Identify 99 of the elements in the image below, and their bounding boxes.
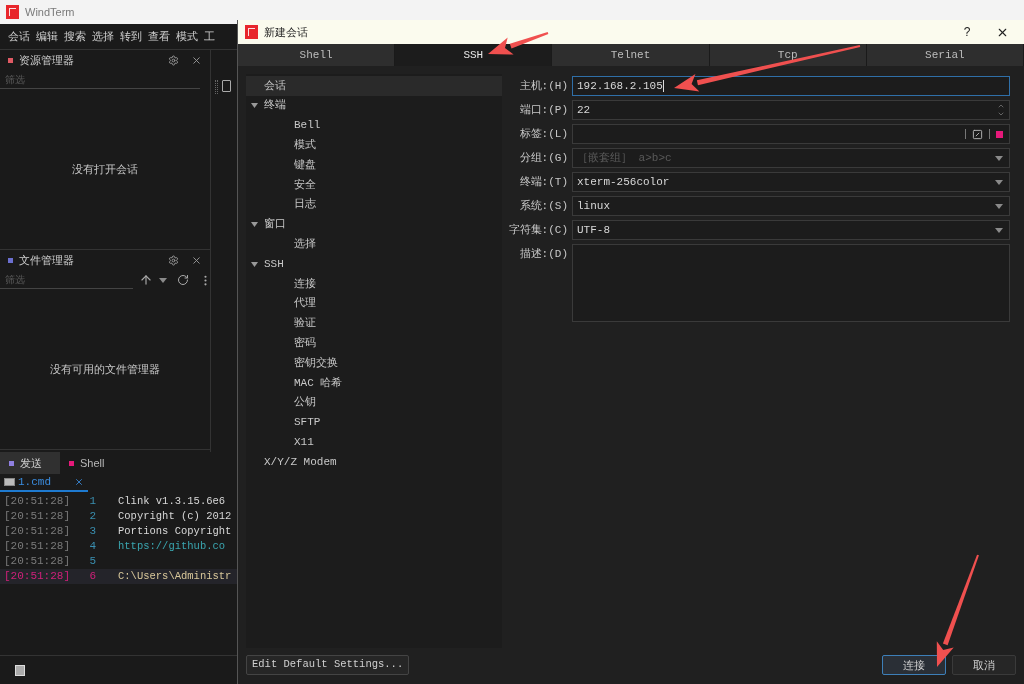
empty-message: 没有可用的文件管理器: [50, 362, 160, 378]
status-icon[interactable]: [15, 664, 25, 676]
settings-icon[interactable]: [168, 54, 179, 66]
dropdown-caret-icon: [995, 179, 1003, 185]
line-number: 4: [88, 539, 96, 555]
terminal-icon: [4, 478, 15, 486]
tree-item[interactable]: MAC 哈希: [246, 372, 502, 393]
tree-item[interactable]: 模式: [246, 135, 502, 156]
dropdown-field[interactable]: xterm-256color: [572, 172, 1010, 192]
dialog-title: 新建会话: [264, 24, 308, 40]
panel-tab[interactable]: Shell: [60, 452, 120, 474]
menu-item[interactable]: 转到: [120, 28, 142, 45]
line-number: 1: [88, 494, 96, 510]
terminal-line: Portions Copyright: [118, 523, 232, 539]
tree-item[interactable]: 密钥交换: [246, 353, 502, 373]
field-label: 描述:(D): [518, 247, 568, 262]
field-label: 标签:(L): [518, 127, 568, 142]
tree-item[interactable]: X/Y/Z Modem: [246, 452, 502, 472]
tree-item[interactable]: 安全: [246, 175, 502, 195]
panel-title: 文件管理器: [19, 252, 74, 268]
line-number: 6: [88, 569, 96, 585]
expand-caret-icon[interactable]: [251, 261, 258, 267]
tree-item[interactable]: 代理: [246, 293, 502, 314]
timestamp: [20:51:28]: [3, 509, 71, 525]
menu-item[interactable]: 模式: [176, 28, 198, 45]
dropdown-field[interactable]: linux: [572, 196, 1010, 216]
tree-item[interactable]: 终端: [246, 95, 502, 116]
field-label: 主机:(H): [518, 79, 568, 94]
panel-tab[interactable]: 发送: [0, 452, 60, 474]
tree-item[interactable]: SFTP: [246, 412, 502, 433]
menu-item[interactable]: 搜索: [64, 28, 86, 45]
tree-item[interactable]: 公钥: [246, 392, 502, 413]
timestamp: [20:51:28]: [3, 524, 71, 540]
tree-item[interactable]: 会话: [246, 76, 502, 96]
dialog-tab[interactable]: SSH: [395, 44, 553, 66]
refresh-icon[interactable]: [177, 274, 189, 286]
panel-title: 资源管理器: [19, 52, 74, 68]
tree-item[interactable]: 键盘: [246, 155, 502, 175]
dialog-tab[interactable]: Shell: [238, 44, 396, 66]
app-logo-icon: [6, 5, 19, 19]
field-label: 端口:(P): [518, 103, 568, 118]
spinner-icon[interactable]: [997, 102, 1005, 118]
timestamp: [20:51:28]: [3, 554, 71, 570]
field-label: 字符集:(C): [508, 223, 568, 238]
line-number: 5: [88, 554, 96, 570]
terminal-link[interactable]: https://github.co: [118, 538, 226, 555]
timestamp: [20:51:28]: [3, 539, 71, 555]
tree-item[interactable]: 密码: [246, 333, 502, 354]
dropdown-caret-icon: [159, 277, 167, 283]
edit-defaults-button[interactable]: Edit Default Settings...: [246, 655, 410, 675]
tree-item[interactable]: 窗口: [246, 214, 502, 235]
expand-caret-icon[interactable]: [251, 221, 258, 227]
dialog-tab[interactable]: Tcp: [709, 44, 867, 66]
dropdown-field[interactable]: UTF-8: [572, 220, 1010, 240]
line-number: 3: [88, 524, 96, 540]
tree-item[interactable]: 日志: [246, 194, 502, 215]
field-label: 系统:(S): [518, 199, 568, 214]
dialog-tab[interactable]: Serial: [866, 44, 1024, 66]
dropdown-caret-icon: [995, 155, 1003, 161]
tree-item[interactable]: 验证: [246, 313, 502, 334]
cancel-button[interactable]: 取消: [952, 655, 1016, 675]
field-label: 终端:(T): [518, 175, 568, 190]
tag-field[interactable]: [572, 124, 1010, 144]
dropdown-caret-icon: [995, 227, 1003, 233]
menu-item[interactable]: 选择: [92, 28, 114, 45]
new-tab-icon[interactable]: [222, 80, 231, 92]
empty-message: 没有打开会话: [72, 162, 138, 178]
expand-caret-icon[interactable]: [251, 103, 258, 109]
dropdown-caret-icon: [995, 203, 1003, 209]
description-field[interactable]: [572, 244, 1010, 322]
line-number: 2: [88, 509, 96, 525]
terminal-line: Clink v1.3.15.6e6: [118, 493, 226, 509]
menu-item[interactable]: 查看: [148, 28, 170, 45]
port-field[interactable]: 22: [572, 100, 1010, 120]
terminal-line: C:\Users\Administr: [118, 568, 232, 584]
connect-button[interactable]: 连接: [882, 655, 946, 675]
window-title: WindTerm: [25, 4, 75, 20]
tree-item[interactable]: Bell: [246, 115, 502, 136]
menu-item[interactable]: 工: [204, 28, 215, 45]
host-field[interactable]: 192.168.2.105: [572, 76, 1010, 96]
tree-item[interactable]: 连接: [246, 273, 502, 294]
clear-color-icon[interactable]: [972, 128, 983, 140]
help-button[interactable]: ?: [952, 23, 982, 41]
annotation-arrow: [488, 32, 549, 55]
dialog-tab[interactable]: Telnet: [552, 44, 710, 66]
tree-item[interactable]: 选择: [246, 234, 502, 255]
tag-color-swatch[interactable]: [996, 130, 1003, 138]
tree-item[interactable]: SSH: [246, 254, 502, 274]
tree-item[interactable]: X11: [246, 432, 502, 453]
session-tab[interactable]: 1.cmd: [18, 473, 51, 491]
timestamp: [20:51:28]: [3, 494, 71, 510]
timestamp: [20:51:28]: [3, 569, 71, 585]
drag-handle-icon[interactable]: [215, 80, 218, 94]
app-logo-icon: [245, 25, 258, 39]
menu-item[interactable]: 编辑: [36, 28, 58, 45]
field-label: 分组:(G): [518, 151, 568, 166]
terminal-line: Copyright (c) 2012: [118, 508, 232, 524]
settings-icon[interactable]: [168, 254, 179, 266]
menu-item[interactable]: 会话: [8, 28, 30, 45]
